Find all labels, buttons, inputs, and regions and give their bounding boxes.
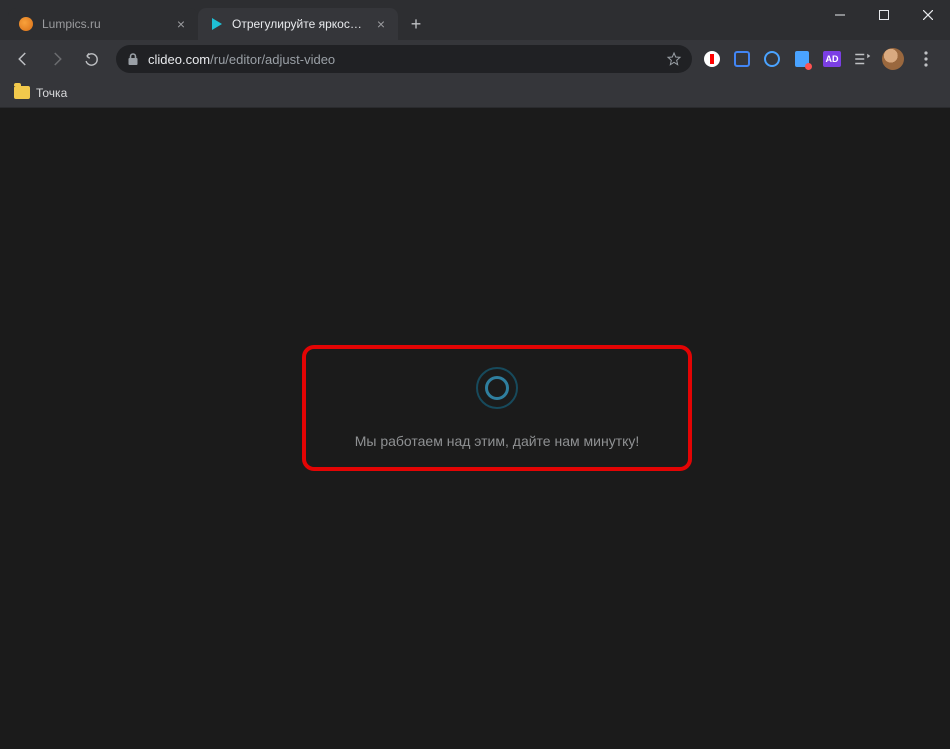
bookmark-label: Точка <box>36 86 67 100</box>
yandex-ext-icon[interactable] <box>702 49 722 69</box>
url-path: /ru/editor/adjust-video <box>210 52 335 67</box>
bookmark-star-icon[interactable] <box>666 51 682 67</box>
new-tab-button[interactable]: + <box>402 10 430 38</box>
tab-lumpics[interactable]: Lumpics.ru × <box>8 8 198 40</box>
forward-button[interactable] <box>42 44 72 74</box>
minimize-button[interactable] <box>818 0 862 30</box>
bookmark-folder-tochka[interactable]: Точка <box>14 86 67 100</box>
url-host: clideo.com <box>148 52 210 67</box>
lock-icon <box>126 52 140 66</box>
globe-ext-icon[interactable] <box>762 49 782 69</box>
reading-list-icon[interactable] <box>852 49 872 69</box>
close-window-button[interactable] <box>906 0 950 30</box>
tab-clideo[interactable]: Отрегулируйте яркость, контрас × <box>198 8 398 40</box>
folder-icon <box>14 86 30 99</box>
loading-spinner-icon <box>476 367 518 409</box>
favicon-lumpics <box>18 16 34 32</box>
tab-title: Отрегулируйте яркость, контрас <box>232 17 366 31</box>
address-bar[interactable]: clideo.com/ru/editor/adjust-video <box>116 45 692 73</box>
back-button[interactable] <box>8 44 38 74</box>
favicon-clideo <box>208 16 224 32</box>
extensions-row: AD <box>702 48 942 70</box>
tab-strip: Lumpics.ru × Отрегулируйте яркость, конт… <box>0 0 818 40</box>
profile-avatar[interactable] <box>882 48 904 70</box>
tab-title: Lumpics.ru <box>42 17 166 31</box>
adblock-ext-icon[interactable]: AD <box>822 49 842 69</box>
titlebar: Lumpics.ru × Отрегулируйте яркость, конт… <box>0 0 950 40</box>
close-icon[interactable]: × <box>374 17 388 31</box>
page-content: Мы работаем над этим, дайте нам минутку! <box>0 108 950 749</box>
google-ext-icon[interactable] <box>732 49 752 69</box>
loading-message: Мы работаем над этим, дайте нам минутку! <box>355 433 640 449</box>
loading-box: Мы работаем над этим, дайте нам минутку! <box>302 345 692 471</box>
notes-ext-icon[interactable] <box>792 49 812 69</box>
reload-button[interactable] <box>76 44 106 74</box>
bookmarks-bar: Точка <box>0 78 950 108</box>
maximize-button[interactable] <box>862 0 906 30</box>
toolbar: clideo.com/ru/editor/adjust-video AD <box>0 40 950 78</box>
window-controls <box>818 0 950 30</box>
close-icon[interactable]: × <box>174 17 188 31</box>
chrome-menu-icon[interactable] <box>914 51 938 67</box>
url-display: clideo.com/ru/editor/adjust-video <box>148 52 658 67</box>
